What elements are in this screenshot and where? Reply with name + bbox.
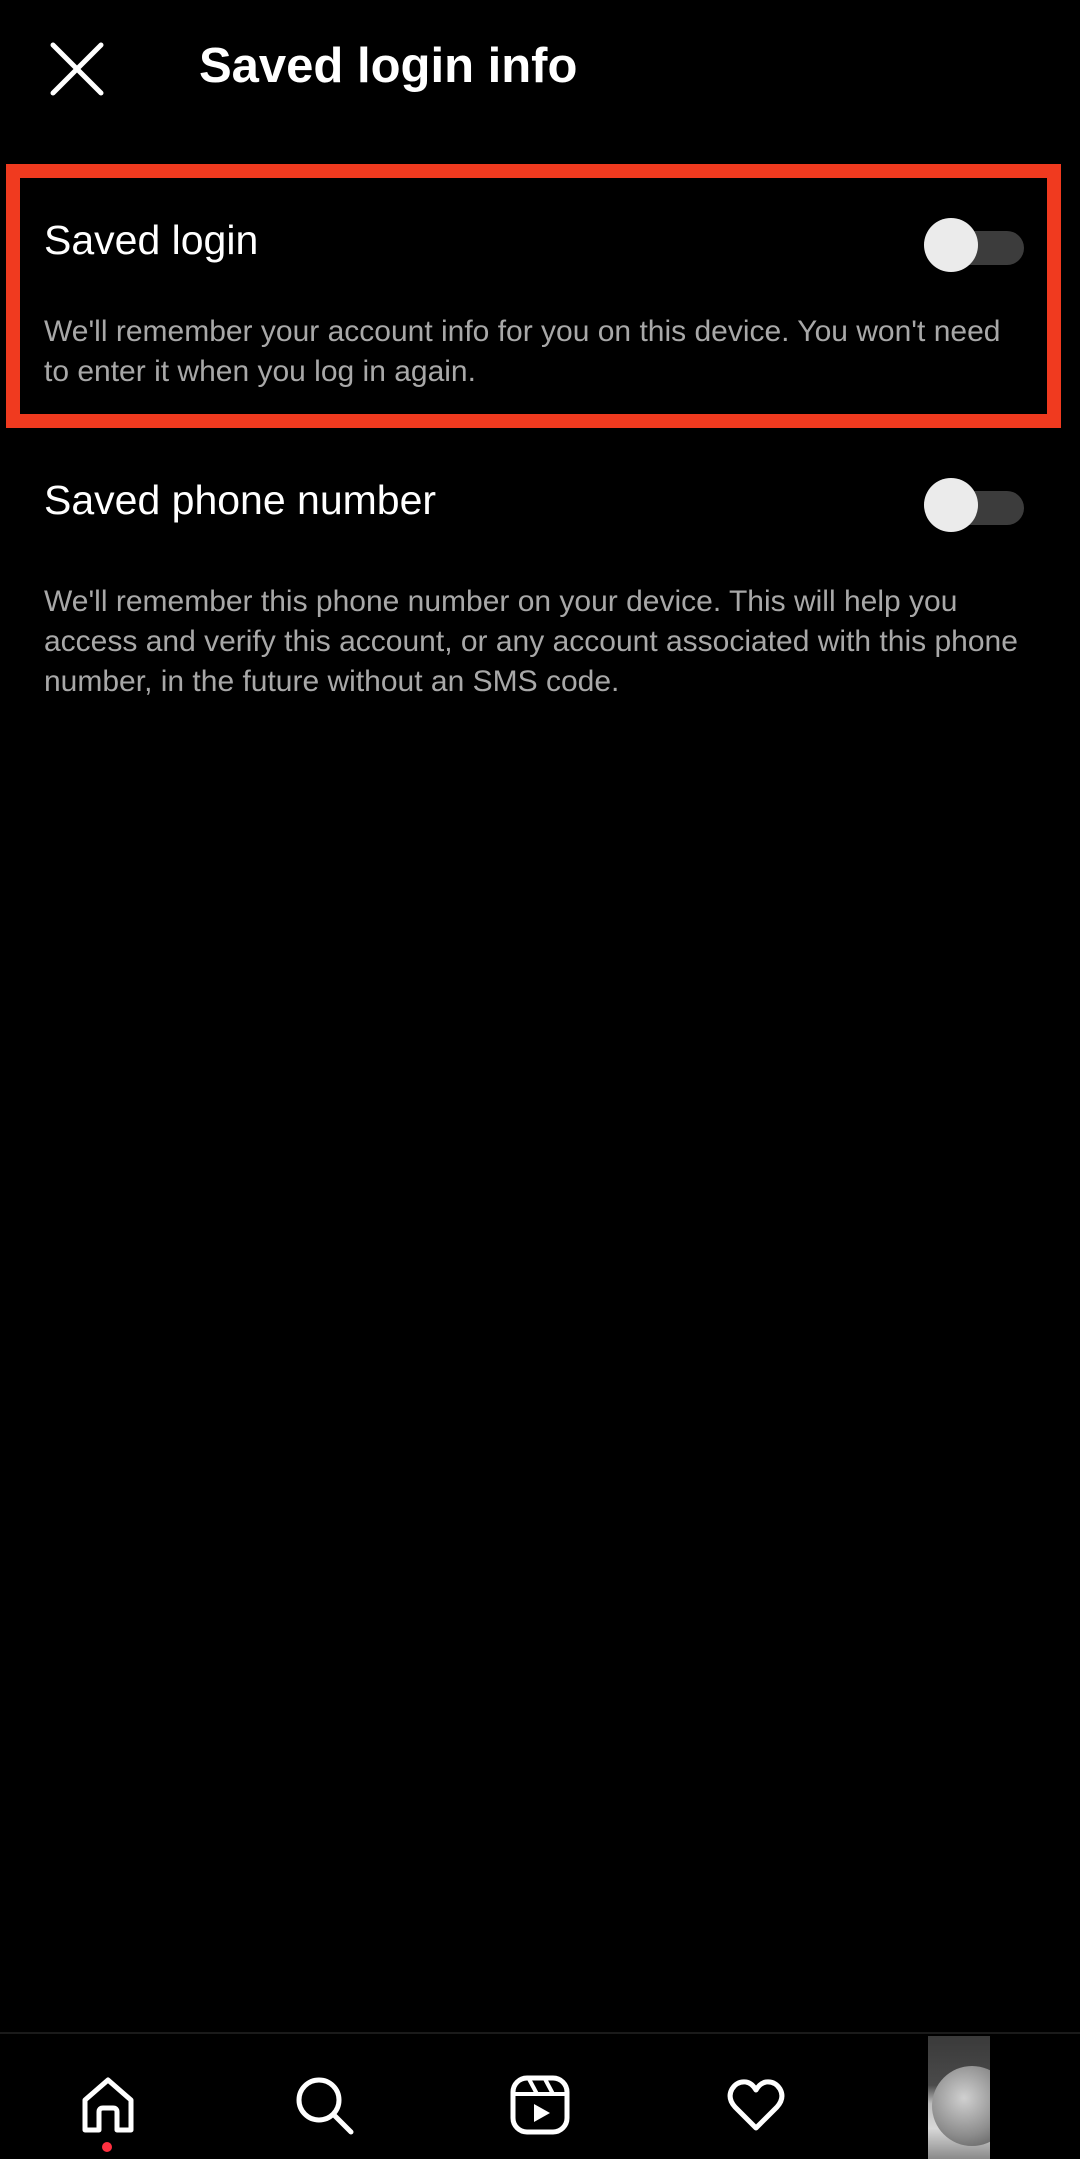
saved-phone-toggle[interactable] [924, 478, 1024, 532]
saved-phone-description: We'll remember this phone number on your… [44, 585, 1018, 698]
toggle-knob [924, 478, 978, 532]
reels-icon [510, 2075, 570, 2135]
heart-icon [727, 2079, 785, 2131]
search-icon [296, 2077, 354, 2135]
page-title: Saved login info [199, 39, 578, 93]
saved-login-setting: Saved login We'll remember your account … [44, 210, 1024, 392]
nav-home-button[interactable] [73, 2070, 143, 2140]
nav-search-button[interactable] [289, 2070, 359, 2140]
bottom-nav [0, 2032, 1080, 2159]
header: Saved login info [0, 0, 1080, 136]
toggle-knob [924, 218, 978, 272]
home-icon [82, 2077, 134, 2133]
nav-activity-button[interactable] [721, 2070, 791, 2140]
saved-login-info-screen: Saved login info Saved login We'll remem… [0, 0, 1080, 2159]
saved-phone-title: Saved phone number [44, 477, 437, 523]
profile-avatar-button[interactable] [928, 2036, 990, 2159]
saved-login-toggle[interactable] [924, 218, 1024, 272]
close-icon [50, 42, 104, 96]
saved-phone-setting: Saved phone number We'll remember this p… [44, 470, 1024, 702]
notification-dot [102, 2142, 112, 2152]
close-button[interactable] [40, 32, 114, 106]
nav-reels-button[interactable] [505, 2070, 575, 2140]
saved-login-title: Saved login [44, 217, 259, 263]
saved-login-description: We'll remember your account info for you… [44, 315, 1001, 388]
